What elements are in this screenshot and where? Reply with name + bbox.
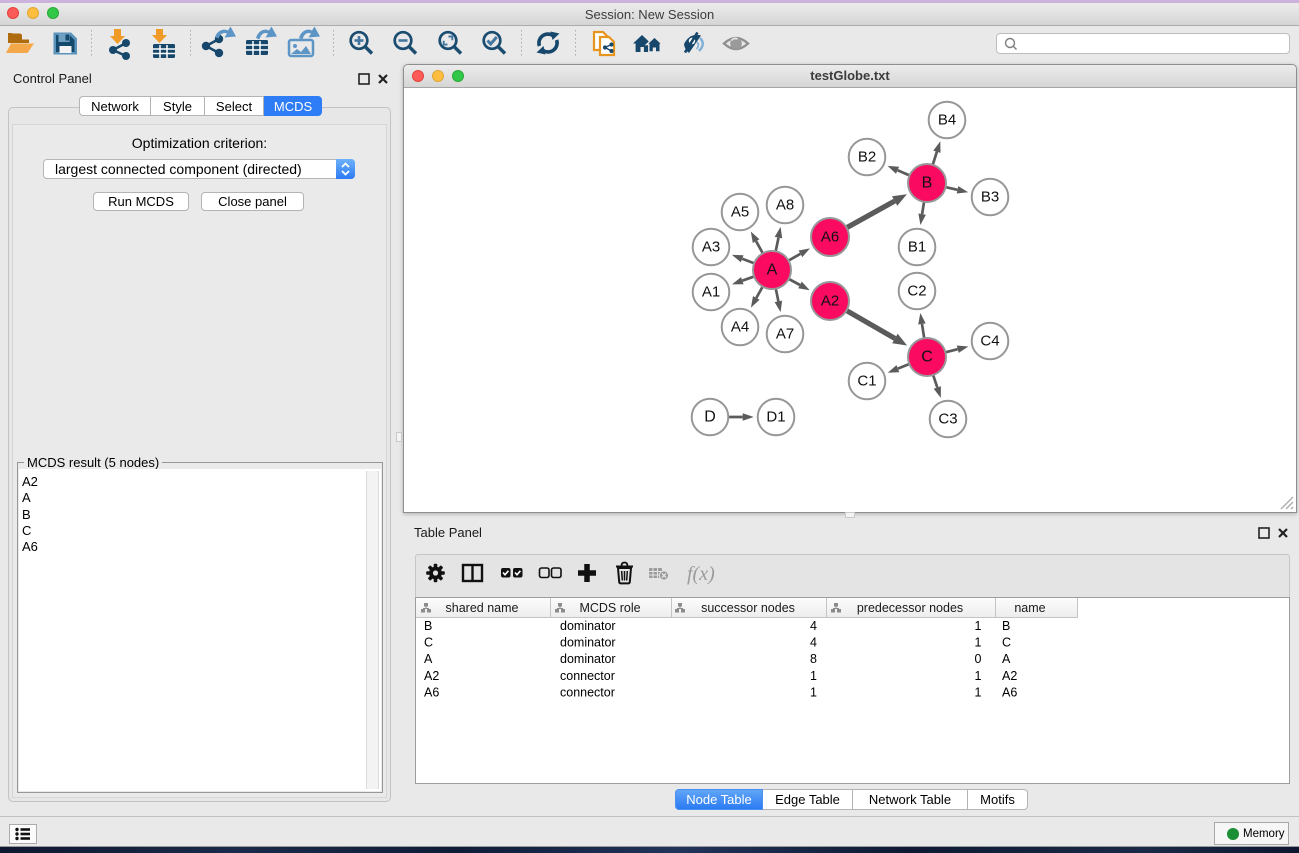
svg-text:successor nodes: successor nodes	[701, 601, 795, 615]
svg-text:B1: B1	[908, 239, 926, 256]
svg-text:A6: A6	[821, 229, 839, 246]
svg-text:A: A	[1002, 652, 1011, 666]
svg-text:C2: C2	[907, 283, 926, 300]
svg-text:A2: A2	[424, 669, 439, 683]
svg-text:A3: A3	[702, 239, 720, 256]
svg-text:D1: D1	[766, 409, 785, 426]
svg-text:4: 4	[810, 619, 817, 633]
svg-text:4: 4	[810, 636, 817, 650]
svg-text:C4: C4	[980, 333, 999, 350]
svg-text:B4: B4	[938, 112, 956, 129]
svg-text:C1: C1	[857, 373, 876, 390]
svg-text:dominator: dominator	[560, 619, 616, 633]
svg-text:B: B	[424, 619, 432, 633]
svg-text:C: C	[921, 349, 933, 366]
svg-text:A7: A7	[776, 326, 794, 343]
svg-text:dominator: dominator	[560, 652, 616, 666]
svg-text:1: 1	[975, 636, 982, 650]
svg-text:C3: C3	[938, 411, 957, 428]
svg-text:B3: B3	[981, 189, 999, 206]
svg-text:B2: B2	[858, 149, 876, 166]
svg-text:A: A	[767, 262, 778, 279]
svg-text:A: A	[424, 652, 433, 666]
svg-text:A5: A5	[731, 204, 749, 221]
svg-text:predecessor nodes: predecessor nodes	[857, 601, 963, 615]
svg-text:D: D	[704, 409, 716, 426]
svg-text:8: 8	[810, 652, 817, 666]
svg-text:f(x): f(x)	[687, 563, 715, 585]
svg-text:B: B	[922, 175, 933, 192]
svg-text:A1: A1	[702, 284, 720, 301]
svg-text:1: 1	[810, 669, 817, 683]
svg-text:A4: A4	[731, 319, 749, 336]
svg-text:0: 0	[975, 652, 982, 666]
svg-text:shared name: shared name	[446, 601, 519, 615]
svg-text:1: 1	[975, 669, 982, 683]
svg-text:dominator: dominator	[560, 636, 616, 650]
svg-text:1: 1	[975, 685, 982, 699]
svg-text:A2: A2	[821, 293, 839, 310]
svg-text:B: B	[1002, 619, 1010, 633]
svg-text:1: 1	[975, 619, 982, 633]
svg-text:A2: A2	[1002, 669, 1017, 683]
svg-text:connector: connector	[560, 685, 615, 699]
svg-text:C: C	[424, 636, 433, 650]
svg-text:1: 1	[810, 685, 817, 699]
svg-text:name: name	[1014, 601, 1045, 615]
svg-text:connector: connector	[560, 669, 615, 683]
svg-text:A8: A8	[776, 197, 794, 214]
svg-text:MCDS role: MCDS role	[579, 601, 640, 615]
svg-text:A6: A6	[424, 685, 439, 699]
svg-text:C: C	[1002, 636, 1011, 650]
svg-text:A6: A6	[1002, 685, 1017, 699]
